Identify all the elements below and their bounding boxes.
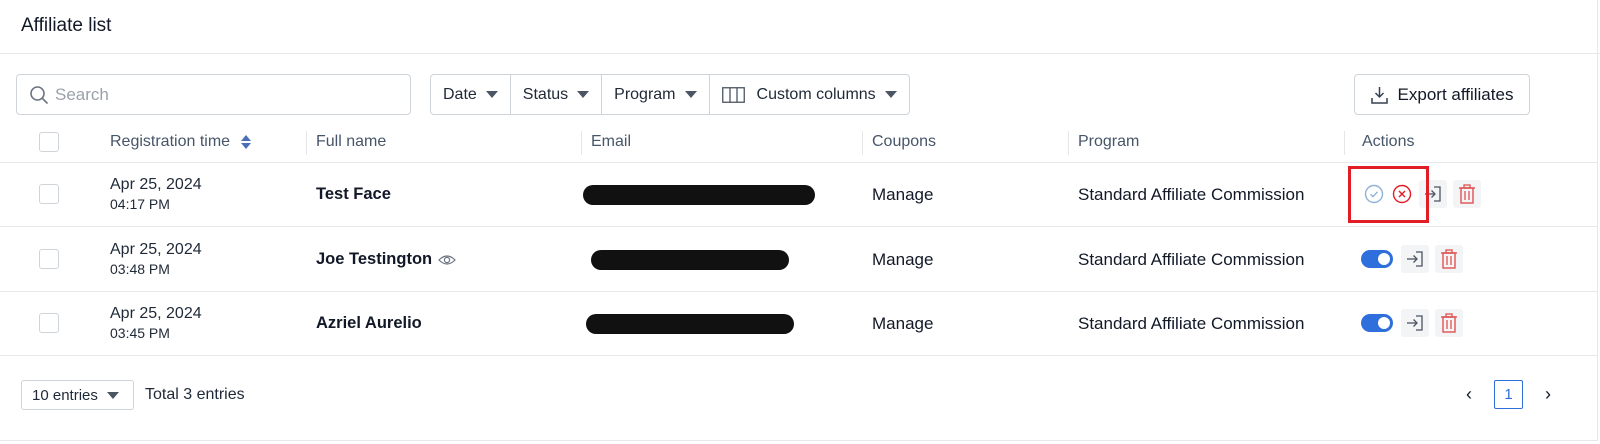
column-divider: [862, 131, 863, 155]
page-number-current[interactable]: 1: [1494, 380, 1523, 409]
login-as-button[interactable]: [1401, 309, 1429, 337]
redacted-email: [586, 314, 794, 334]
caret-down-icon: [884, 91, 897, 98]
caret-down-icon: [577, 91, 590, 98]
toolbar: Date Status Program Custom columns Expor…: [16, 74, 1600, 116]
caret-down-icon: [106, 391, 119, 399]
coupons-manage-link[interactable]: Manage: [872, 250, 933, 270]
column-divider: [306, 131, 307, 155]
trash-icon: [1441, 249, 1457, 269]
export-affiliates-button[interactable]: Export affiliates: [1354, 74, 1530, 115]
filter-group: Date Status Program Custom columns: [430, 74, 910, 115]
columns-icon: [721, 86, 745, 103]
delete-button[interactable]: [1435, 245, 1463, 273]
registration-time: 04:17 PM: [110, 196, 170, 212]
column-divider: [1344, 131, 1345, 155]
table-row: Apr 25, 2024 03:48 PM Joe Testington Man…: [0, 228, 1597, 292]
registration-time: 03:48 PM: [110, 261, 170, 277]
row-actions: [1361, 309, 1469, 337]
export-label: Export affiliates: [1397, 84, 1514, 104]
status-filter-label: Status: [522, 85, 569, 103]
redacted-email: [583, 185, 815, 205]
column-header-coupons: Coupons: [872, 133, 937, 150]
row-checkbox[interactable]: [39, 313, 59, 333]
row-checkbox[interactable]: [39, 249, 59, 269]
trash-icon: [1459, 184, 1475, 204]
select-all-checkbox[interactable]: [39, 132, 59, 152]
chevron-right-icon: ›: [1545, 384, 1551, 404]
column-divider: [581, 131, 582, 155]
caret-down-icon: [684, 91, 697, 98]
registration-date: Apr 25, 2024: [110, 241, 202, 258]
table-header: Registration time Full name Email Coupon…: [0, 123, 1597, 163]
redacted-email: [591, 250, 789, 270]
total-entries: Total 3 entries: [145, 386, 245, 403]
download-icon: [1370, 86, 1388, 104]
full-name-cell[interactable]: Test Face: [316, 185, 391, 204]
full-name-cell[interactable]: Azriel Aurelio: [316, 314, 422, 333]
date-filter[interactable]: Date: [431, 75, 511, 114]
delete-button[interactable]: [1453, 180, 1481, 208]
column-header-actions: Actions: [1362, 133, 1415, 150]
prev-page-button[interactable]: ‹: [1456, 382, 1482, 408]
entries-per-page-select[interactable]: 10 entries: [21, 380, 134, 410]
program-cell: Standard Affiliate Commission: [1078, 314, 1305, 333]
table-footer: 10 entries Total 3 entries ‹ 1 ›: [21, 378, 1581, 412]
active-toggle[interactable]: [1361, 314, 1393, 332]
coupons-manage-link[interactable]: Manage: [872, 314, 933, 334]
search-input[interactable]: [55, 84, 395, 105]
column-header-email: Email: [591, 133, 632, 150]
row-checkbox[interactable]: [39, 184, 59, 204]
active-toggle[interactable]: [1361, 250, 1393, 268]
affiliate-name: Joe Testington: [316, 250, 433, 268]
affiliate-name: Test Face: [316, 185, 391, 203]
column-header-label: Registration time: [110, 133, 231, 150]
registration-time-cell: Apr 25, 2024 04:17 PM: [110, 176, 202, 212]
registration-date: Apr 25, 2024: [110, 305, 202, 322]
trash-icon: [1441, 313, 1457, 333]
table-row: Apr 25, 2024 03:45 PM Azriel Aurelio Man…: [0, 292, 1597, 356]
eye-icon[interactable]: [438, 253, 456, 267]
search-icon: [30, 85, 48, 104]
panel-right-border: [1597, 0, 1598, 440]
full-name-cell[interactable]: Joe Testington: [316, 250, 456, 269]
sort-icon[interactable]: [240, 134, 251, 149]
custom-columns-label: Custom columns: [756, 85, 876, 103]
program-filter[interactable]: Program: [602, 75, 710, 114]
program-filter-label: Program: [614, 85, 676, 103]
chevron-left-icon: ‹: [1466, 384, 1472, 404]
panel-bottom-border: [0, 440, 1598, 441]
pagination: ‹ 1 ›: [1456, 380, 1561, 409]
registration-time-cell: Apr 25, 2024 03:48 PM: [110, 241, 202, 277]
page-title: Affiliate list: [21, 15, 112, 36]
next-page-button[interactable]: ›: [1535, 382, 1561, 408]
program-cell: Standard Affiliate Commission: [1078, 185, 1305, 204]
affiliate-name: Azriel Aurelio: [316, 314, 422, 332]
coupons-manage-link[interactable]: Manage: [872, 185, 933, 205]
registration-time-cell: Apr 25, 2024 03:45 PM: [110, 305, 202, 341]
column-header-registration-time[interactable]: Registration time: [110, 133, 251, 151]
program-cell: Standard Affiliate Commission: [1078, 250, 1305, 269]
column-header-full-name: Full name: [316, 133, 387, 150]
caret-down-icon: [485, 91, 498, 98]
row-actions: [1361, 245, 1469, 273]
delete-button[interactable]: [1435, 309, 1463, 337]
page-header: Affiliate list: [0, 0, 1600, 54]
column-header-program: Program: [1078, 133, 1140, 150]
login-icon: [1407, 251, 1423, 267]
registration-date: Apr 25, 2024: [110, 176, 202, 193]
status-filter[interactable]: Status: [511, 75, 603, 114]
search-box[interactable]: [16, 74, 411, 115]
entries-label: 10 entries: [32, 386, 98, 404]
custom-columns-filter[interactable]: Custom columns: [710, 75, 909, 114]
annotation-highlight-box: [1348, 166, 1429, 223]
date-filter-label: Date: [443, 85, 477, 103]
column-divider: [1068, 131, 1069, 155]
login-as-button[interactable]: [1401, 245, 1429, 273]
registration-time: 03:45 PM: [110, 325, 170, 341]
login-icon: [1407, 315, 1423, 331]
